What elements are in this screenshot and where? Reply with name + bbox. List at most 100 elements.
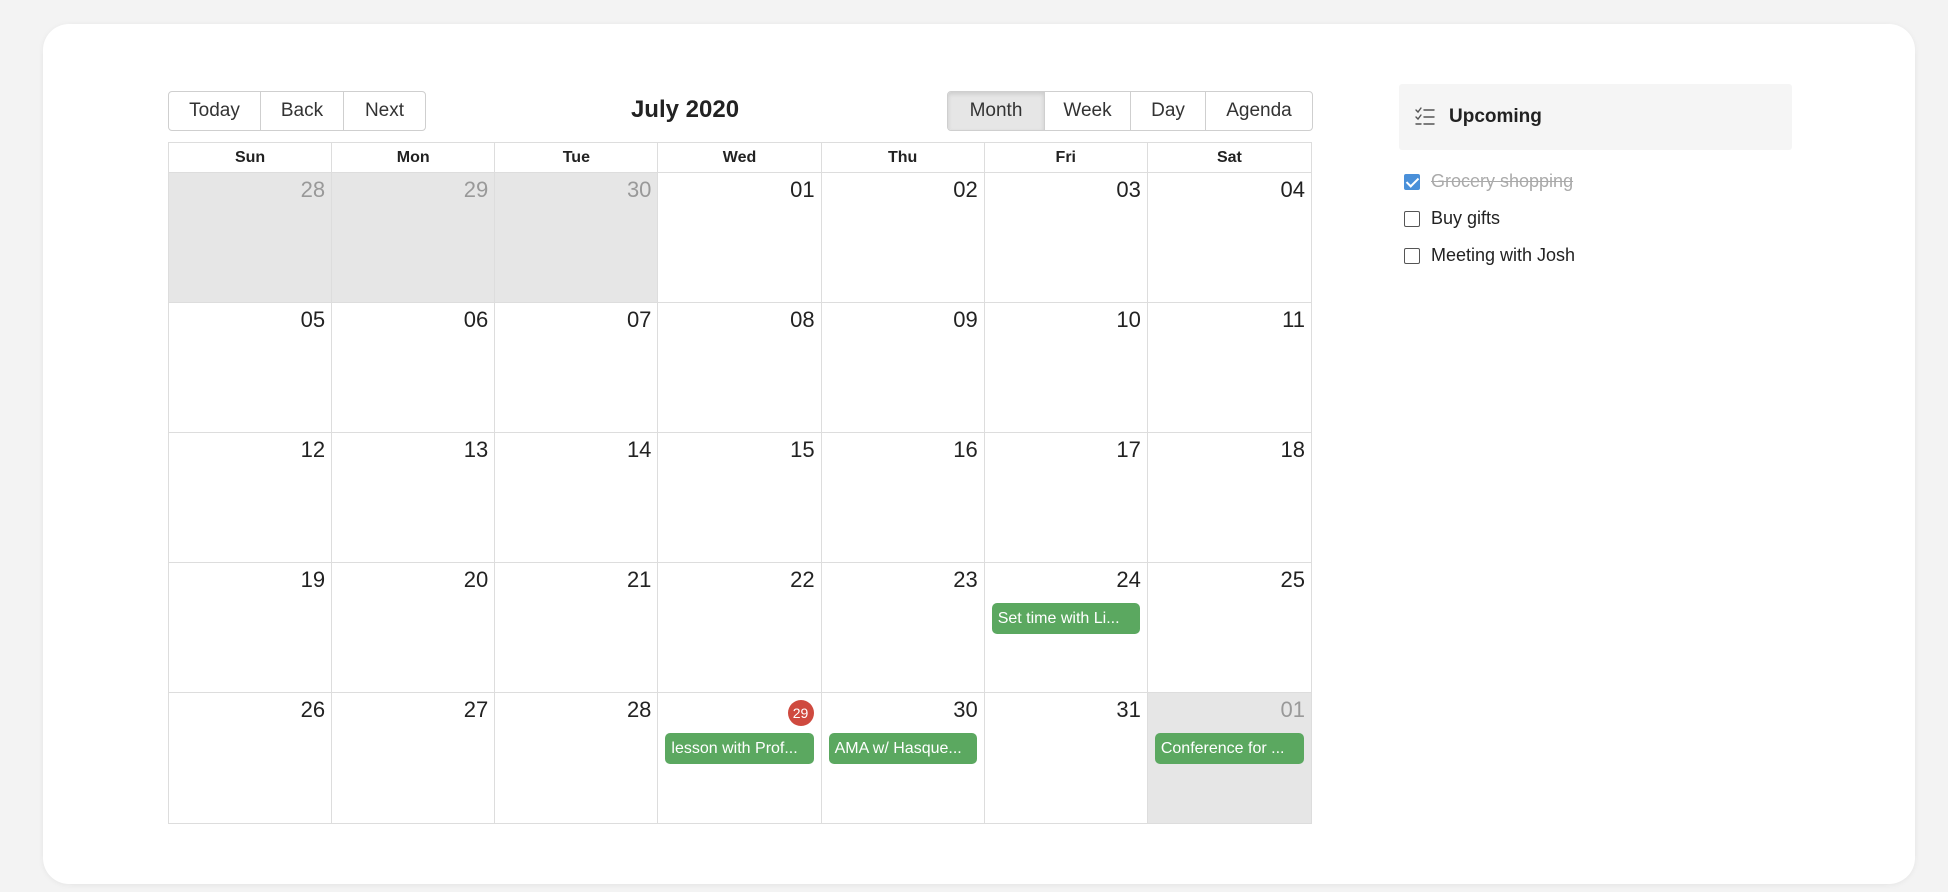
todo-checkbox[interactable]: [1404, 173, 1420, 190]
agenda-view-button[interactable]: Agenda: [1206, 92, 1312, 130]
weekday-label: Wed: [658, 143, 822, 172]
day-number: 03: [1116, 177, 1141, 202]
day-cell[interactable]: 29: [332, 173, 496, 302]
day-cell[interactable]: 15: [658, 433, 822, 562]
todo-item: Buy gifts: [1404, 200, 1575, 237]
day-cell[interactable]: 28: [169, 173, 333, 302]
day-cell[interactable]: 08: [658, 303, 822, 432]
day-cell[interactable]: 22: [658, 563, 822, 692]
day-cell[interactable]: 25: [1148, 563, 1311, 692]
day-number: 29: [463, 177, 489, 202]
day-cell[interactable]: 05: [169, 303, 333, 432]
day-number: 28: [300, 177, 326, 202]
today-badge: 29: [787, 700, 814, 726]
back-button[interactable]: Back: [261, 92, 344, 130]
day-cell[interactable]: 17: [985, 433, 1148, 562]
day-cell[interactable]: 31: [985, 693, 1148, 823]
day-number: 14: [626, 437, 652, 462]
weekday-label: Sun: [169, 143, 333, 172]
day-cell[interactable]: 09: [822, 303, 985, 432]
todo-checkbox[interactable]: [1404, 247, 1420, 264]
view-button-group: Month Week Day Agenda: [947, 91, 1313, 131]
day-cell[interactable]: 07: [495, 303, 659, 432]
week-row: 05 06 07 08 09 10 11: [169, 303, 1311, 433]
calendar-event[interactable]: lesson with Prof...: [665, 733, 814, 764]
day-view-button[interactable]: Day: [1131, 92, 1206, 130]
day-cell[interactable]: 19: [169, 563, 333, 692]
day-cell[interactable]: 18: [1148, 433, 1311, 562]
weekday-label: Fri: [985, 143, 1148, 172]
day-cell[interactable]: 29 lesson with Prof...: [658, 693, 822, 823]
day-cell[interactable]: 01: [658, 173, 822, 302]
day-number: 28: [626, 697, 652, 722]
day-number: 05: [300, 307, 326, 332]
day-number: 02: [953, 177, 978, 202]
day-cell[interactable]: 14: [495, 433, 659, 562]
day-cell[interactable]: 06: [332, 303, 496, 432]
day-number: 08: [790, 307, 815, 332]
day-number: 16: [953, 437, 978, 462]
weekday-label: Mon: [332, 143, 496, 172]
day-cell[interactable]: 03: [985, 173, 1148, 302]
day-number: 07: [626, 307, 652, 332]
day-cell[interactable]: 27: [332, 693, 496, 823]
day-number: 18: [1280, 437, 1305, 462]
day-cell[interactable]: 24 Set time with Li...: [985, 563, 1148, 692]
day-cell[interactable]: 16: [822, 433, 985, 562]
checklist-icon: [1415, 107, 1435, 125]
week-view-button[interactable]: Week: [1045, 92, 1131, 130]
today-button[interactable]: Today: [169, 92, 261, 130]
day-number: 25: [1280, 567, 1305, 592]
upcoming-header: Upcoming: [1399, 84, 1792, 150]
day-cell[interactable]: 26: [169, 693, 333, 823]
day-cell[interactable]: 21: [495, 563, 659, 692]
todo-item: Grocery shopping: [1404, 163, 1575, 200]
day-cell[interactable]: 02: [822, 173, 985, 302]
weekday-header: Sun Mon Tue Wed Thu Fri Sat: [169, 143, 1311, 173]
day-number: 12: [300, 437, 326, 462]
todo-list: Grocery shopping Buy gifts Meeting with Jo…: [1404, 163, 1575, 274]
day-cell[interactable]: 10: [985, 303, 1148, 432]
day-number: 30: [626, 177, 652, 202]
day-cell[interactable]: 30: [495, 173, 659, 302]
day-cell[interactable]: 13: [332, 433, 496, 562]
day-number: 01: [790, 177, 815, 202]
todo-label: Grocery shopping: [1431, 171, 1574, 191]
day-cell[interactable]: 30 AMA w/ Hasque...: [822, 693, 985, 823]
weekday-label: Sat: [1216, 149, 1242, 166]
calendar-event[interactable]: Conference for ...: [1154, 733, 1304, 764]
calendar-title: July 2020: [630, 96, 740, 123]
day-number: 19: [300, 567, 326, 592]
todo-checkbox[interactable]: [1404, 210, 1420, 227]
day-number: 26: [300, 697, 326, 722]
day-cell[interactable]: 20: [332, 563, 496, 692]
day-number: 06: [463, 307, 489, 332]
day-number: 11: [1282, 307, 1305, 332]
day-number: 30: [953, 697, 978, 722]
day-number: 09: [953, 307, 978, 332]
day-cell[interactable]: 12: [169, 433, 333, 562]
week-row: 12 13 14 15 16 17 18: [169, 433, 1311, 563]
day-number: 23: [953, 567, 978, 592]
day-cell[interactable]: 04: [1148, 173, 1311, 302]
month-view-button[interactable]: Month: [948, 92, 1045, 130]
next-button[interactable]: Next: [344, 92, 425, 130]
day-number: 27: [463, 697, 489, 722]
day-number: 24: [1116, 567, 1141, 592]
day-number: 31: [1116, 697, 1141, 722]
week-row: 19 20 21 22 23 24 Set time with Li... 25: [169, 563, 1311, 693]
calendar-event[interactable]: Set time with Li...: [991, 603, 1140, 634]
day-number: 21: [626, 567, 652, 592]
day-cell[interactable]: 01 Conference for ...: [1147, 693, 1311, 823]
calendar-event[interactable]: AMA w/ Hasque...: [828, 733, 977, 764]
day-number: 10: [1116, 307, 1141, 332]
month-grid: Sun Mon Tue Wed Thu Fri Sat 28 29 30 01 02 03…: [168, 142, 1312, 824]
day-number: 04: [1280, 177, 1305, 202]
day-number: 13: [463, 437, 489, 462]
day-cell[interactable]: 11: [1148, 303, 1311, 432]
week-row: 26 27 28 29 lesson with Prof... 30 AMA w/ Hasq…: [169, 693, 1311, 823]
day-cell[interactable]: 28: [495, 693, 659, 823]
todo-label: Meeting with Josh: [1431, 245, 1576, 265]
day-cell[interactable]: 23: [822, 563, 985, 692]
weekday-label: Thu: [822, 143, 985, 172]
